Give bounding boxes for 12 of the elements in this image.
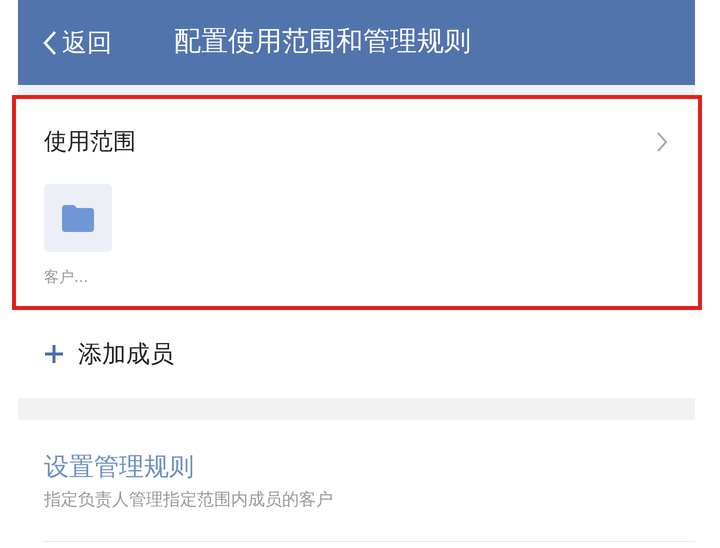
page-title: 配置使用范围和管理规则 [174, 25, 471, 60]
folder-tile[interactable] [44, 184, 112, 252]
folder-icon [61, 204, 95, 232]
back-icon [42, 30, 58, 56]
scope-card[interactable]: 使用范围 客户... [14, 97, 700, 308]
section-title: 使用范围 [44, 128, 136, 157]
rules-description: 指定负责人管理指定范围内成员的客户 [43, 488, 334, 512]
folder-label: 客户... [44, 266, 90, 288]
chevron-right-icon [656, 131, 668, 154]
plus-icon [44, 344, 64, 364]
back-button[interactable]: 返回 [42, 24, 112, 62]
add-member-button[interactable]: 添加成员 [18, 308, 200, 392]
